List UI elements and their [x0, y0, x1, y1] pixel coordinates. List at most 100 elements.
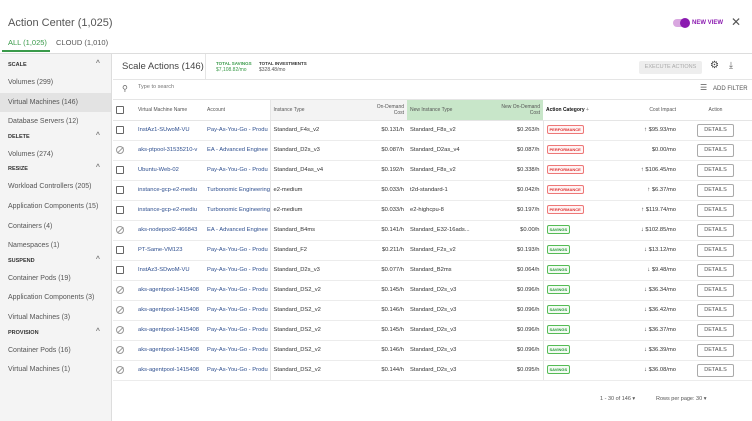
account-link[interactable]: Pay-As-You-Go - Produ [204, 280, 270, 301]
pagination-range[interactable]: 1 - 30 of 146 ▾ [600, 396, 635, 402]
vm-name-link[interactable]: aks-agentpool-1415408 [135, 280, 204, 301]
vm-name-link[interactable]: aks-ptpool-31535210-v [135, 140, 204, 161]
row-select[interactable] [113, 220, 135, 241]
sidebar-item[interactable]: Volumes (274) [0, 145, 111, 164]
vm-name-link[interactable]: instance-gcp-e2-mediu [135, 200, 204, 221]
gear-icon[interactable]: ⚙ [710, 60, 719, 71]
checkbox[interactable] [116, 105, 124, 114]
sidebar-item[interactable]: Application Components (15) [0, 197, 111, 216]
details-button[interactable]: DETAILS [697, 263, 734, 277]
details-button[interactable]: DETAILS [697, 323, 734, 337]
account-link[interactable]: Pay-As-You-Go - Produ [204, 300, 270, 321]
vm-name-link[interactable]: instance-gcp-e2-mediu [135, 180, 204, 201]
account-link[interactable]: Turbonomic Engineering [204, 200, 270, 221]
table-row[interactable]: PT-Same-VM123 Pay-As-You-Go - Produ Stan… [113, 240, 752, 261]
select-all[interactable] [113, 100, 135, 121]
details-button[interactable]: DETAILS [697, 163, 734, 177]
account-link[interactable]: Pay-As-You-Go - Produ [204, 260, 270, 281]
checkbox[interactable] [116, 126, 124, 134]
vm-name-link[interactable]: aks-agentpool-1415408 [135, 340, 204, 361]
checkbox[interactable] [116, 186, 124, 194]
sidebar-item[interactable]: Virtual Machines (1) [0, 360, 111, 379]
sort-icon[interactable]: + [586, 107, 589, 113]
checkbox[interactable] [116, 246, 124, 254]
row-select[interactable] [113, 260, 135, 281]
row-select[interactable] [113, 200, 135, 221]
account-link[interactable]: EA - Advanced Enginee [204, 220, 270, 241]
execute-actions-button[interactable]: EXECUTE ACTIONS [639, 61, 702, 74]
vm-name-link[interactable]: aks-agentpool-1415408 [135, 320, 204, 341]
details-button[interactable]: DETAILS [697, 343, 734, 357]
row-select[interactable] [113, 300, 135, 321]
table-row[interactable]: Ubuntu-Web-02 Pay-As-You-Go - Produ Stan… [113, 160, 752, 181]
details-button[interactable]: DETAILS [697, 283, 734, 297]
account-link[interactable]: Pay-As-You-Go - Produ [204, 360, 270, 381]
checkbox[interactable] [116, 266, 124, 274]
vm-name-link[interactable]: InstAz3-SDwoM-VU [135, 260, 204, 281]
vm-name-link[interactable]: PT-Same-VM123 [135, 240, 204, 261]
checkbox[interactable] [116, 166, 124, 174]
table-row[interactable]: instance-gcp-e2-mediu Turbonomic Enginee… [113, 200, 752, 221]
details-button[interactable]: DETAILS [697, 363, 734, 377]
sidebar-item[interactable]: Workload Controllers (205) [0, 177, 111, 196]
vm-name-link[interactable]: aks-agentpool-1415408 [135, 360, 204, 381]
details-button[interactable]: DETAILS [697, 303, 734, 317]
sidebar-section-delete[interactable]: DELETE ^ [8, 132, 100, 140]
row-select[interactable] [113, 280, 135, 301]
sidebar-item[interactable]: Namespaces (1) [0, 236, 111, 255]
vm-name-link[interactable]: aks-agentpool-1415408 [135, 300, 204, 321]
table-row[interactable]: aks-agentpool-1415408 Pay-As-You-Go - Pr… [113, 340, 752, 361]
col-new-on-demand-cost[interactable]: New On-Demand Cost [495, 100, 543, 121]
add-filter-button[interactable]: ADD FILTER [713, 86, 748, 92]
details-button[interactable]: DETAILS [697, 123, 734, 137]
table-row[interactable]: aks-agentpool-1415408 Pay-As-You-Go - Pr… [113, 320, 752, 341]
account-link[interactable]: Pay-As-You-Go - Produ [204, 320, 270, 341]
table-row[interactable]: InstAz3-SDwoM-VU Pay-As-You-Go - Produ S… [113, 260, 752, 281]
col-action-category[interactable]: Action Category + [543, 100, 605, 121]
details-button[interactable]: DETAILS [697, 183, 734, 197]
col-vm-name[interactable]: Virtual Machine Name [135, 100, 204, 121]
account-link[interactable]: EA - Advanced Enginee [204, 140, 270, 161]
table-row[interactable]: InstAz1-SUwoM-VU Pay-As-You-Go - Produ S… [113, 120, 752, 141]
row-select[interactable] [113, 140, 135, 161]
close-icon[interactable]: ✕ [731, 15, 741, 29]
table-row[interactable]: aks-agentpool-1415408 Pay-As-You-Go - Pr… [113, 280, 752, 301]
col-new-instance-type[interactable]: New Instance Type [407, 100, 495, 121]
sidebar-section-resize[interactable]: RESIZE ^ [8, 164, 100, 172]
table-row[interactable]: aks-ptpool-31535210-v EA - Advanced Engi… [113, 140, 752, 161]
tab-cloud[interactable]: CLOUD (1,010) [56, 38, 108, 47]
col-cost-impact[interactable]: Cost Impact [605, 100, 679, 121]
row-select[interactable] [113, 240, 135, 261]
col-on-demand-cost[interactable]: On-Demand Cost [363, 100, 407, 121]
chevron-up-icon[interactable]: ^ [96, 164, 100, 171]
row-select[interactable] [113, 120, 135, 141]
sidebar-item[interactable]: Database Servers (12) [0, 112, 111, 131]
checkbox[interactable] [116, 206, 124, 214]
sidebar-item[interactable]: Application Components (3) [0, 288, 111, 307]
toggle-knob[interactable] [680, 18, 690, 28]
sidebar-section-suspend[interactable]: SUSPEND ^ [8, 256, 100, 264]
chevron-up-icon[interactable]: ^ [96, 256, 100, 263]
account-link[interactable]: Pay-As-You-Go - Produ [204, 240, 270, 261]
row-select[interactable] [113, 320, 135, 341]
sidebar-section-provision[interactable]: PROVISION ^ [8, 328, 100, 336]
account-link[interactable]: Pay-As-You-Go - Produ [204, 340, 270, 361]
table-row[interactable]: aks-agentpool-1415408 Pay-As-You-Go - Pr… [113, 360, 752, 381]
details-button[interactable]: DETAILS [697, 143, 734, 157]
caret-down-icon[interactable]: ▾ [704, 396, 707, 402]
chevron-up-icon[interactable]: ^ [96, 60, 100, 67]
filter-icon[interactable]: ☰ [700, 83, 707, 92]
table-row[interactable]: instance-gcp-e2-mediu Turbonomic Enginee… [113, 180, 752, 201]
sidebar-item[interactable]: Volumes (299) [0, 73, 111, 92]
details-button[interactable]: DETAILS [697, 203, 734, 217]
col-account[interactable]: Account [204, 100, 270, 121]
sidebar-item[interactable]: Container Pods (19) [0, 269, 111, 288]
chevron-up-icon[interactable]: ^ [96, 132, 100, 139]
col-instance-type[interactable]: Instance Type [269, 100, 363, 121]
table-row[interactable]: aks-nodepool2-466843 EA - Advanced Engin… [113, 220, 752, 241]
download-icon[interactable]: ⤓ [729, 60, 733, 71]
sidebar-item[interactable]: Container Pods (16) [0, 341, 111, 360]
row-select[interactable] [113, 340, 135, 361]
sidebar-item[interactable]: Virtual Machines (3) [0, 308, 111, 327]
search-input[interactable] [138, 84, 338, 90]
